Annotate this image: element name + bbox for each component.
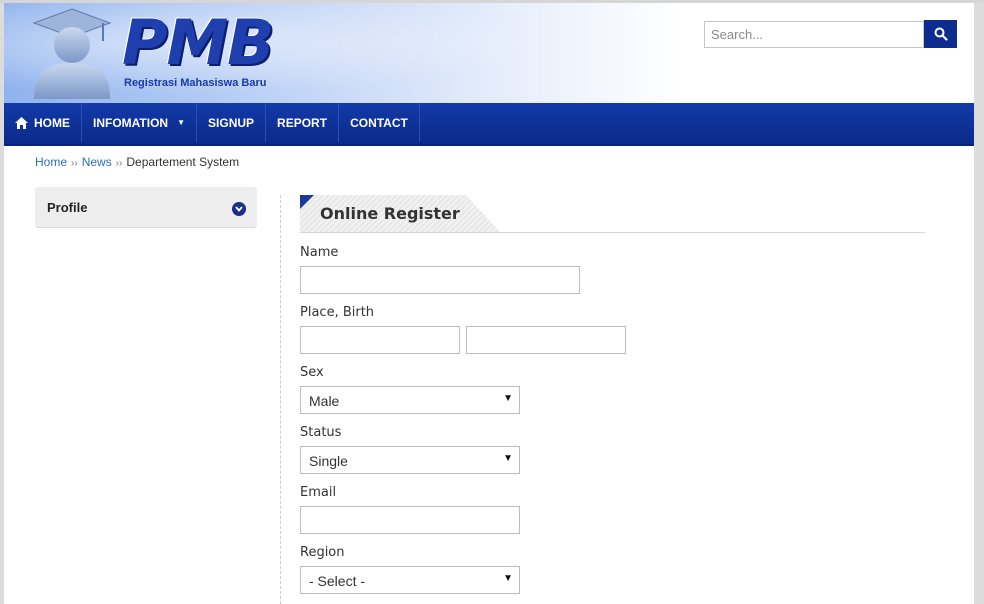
- breadcrumb-separator: ››: [115, 158, 123, 169]
- content-divider: [280, 195, 281, 604]
- nav-signup[interactable]: SIGNUP: [197, 103, 267, 142]
- nav-contact-label: CONTACT: [350, 115, 408, 130]
- nav-signup-label: SIGNUP: [208, 115, 255, 130]
- chevron-down-icon: [235, 206, 243, 212]
- nav-report-label: REPORT: [277, 115, 328, 130]
- profile-title: Profile: [47, 200, 88, 215]
- dropdown-arrow-icon: ▼: [503, 453, 513, 464]
- dropdown-arrow-icon: ▼: [503, 573, 513, 584]
- site-header: PMB Registrasi Mahasiswa Baru: [4, 3, 974, 103]
- status-select[interactable]: Single ▼: [300, 446, 520, 474]
- breadcrumb-news[interactable]: News: [82, 155, 112, 169]
- search-button[interactable]: [924, 20, 957, 48]
- form-title: Online Register: [320, 204, 460, 223]
- home-icon: [15, 116, 28, 129]
- nav-home[interactable]: HOME: [4, 103, 82, 142]
- dropdown-arrow-icon: ▼: [503, 393, 513, 404]
- email-field[interactable]: [300, 506, 520, 534]
- breadcrumb-separator: ››: [71, 158, 78, 169]
- name-field[interactable]: [300, 266, 580, 294]
- search-input[interactable]: [704, 21, 924, 48]
- sex-select[interactable]: Male ▼: [300, 386, 520, 414]
- breadcrumb-current: Departement System: [126, 155, 240, 169]
- region-label: Region: [300, 545, 345, 560]
- sex-select-value: Male: [309, 393, 340, 409]
- graduate-logo-icon: [32, 8, 112, 99]
- nav-home-label: HOME: [34, 115, 70, 130]
- nav-information[interactable]: INFOMATION ▼: [82, 103, 198, 142]
- profile-panel[interactable]: Profile: [35, 187, 257, 228]
- profile-toggle[interactable]: [232, 202, 246, 216]
- email-label: Email: [300, 485, 337, 500]
- search-icon: [934, 27, 948, 41]
- region-select-value: - Select -: [309, 573, 366, 589]
- form-title-underline: [300, 232, 925, 233]
- logo-subtitle: Registrasi Mahasiswa Baru: [124, 77, 267, 89]
- status-select-value: Single: [309, 453, 348, 469]
- main-nav: HOME INFOMATION ▼ SIGNUP REPORT CONTACT: [4, 103, 974, 146]
- place-field[interactable]: [300, 326, 460, 354]
- nav-report[interactable]: REPORT: [266, 103, 340, 142]
- caret-down-icon: ▼: [177, 118, 186, 127]
- sex-label: Sex: [300, 365, 324, 380]
- birth-date-field[interactable]: [466, 326, 626, 354]
- logo-text[interactable]: PMB: [122, 11, 274, 75]
- right-scroll-edge: [974, 3, 984, 604]
- breadcrumb: Home ›› News ›› Departement System: [35, 155, 239, 169]
- place-birth-label: Place, Birth: [300, 305, 375, 320]
- nav-contact[interactable]: CONTACT: [339, 103, 420, 142]
- name-label: Name: [300, 245, 339, 260]
- breadcrumb-home[interactable]: Home: [35, 155, 67, 169]
- status-label: Status: [300, 425, 342, 440]
- nav-information-label: INFOMATION: [93, 115, 169, 130]
- region-select[interactable]: - Select - ▼: [300, 566, 520, 594]
